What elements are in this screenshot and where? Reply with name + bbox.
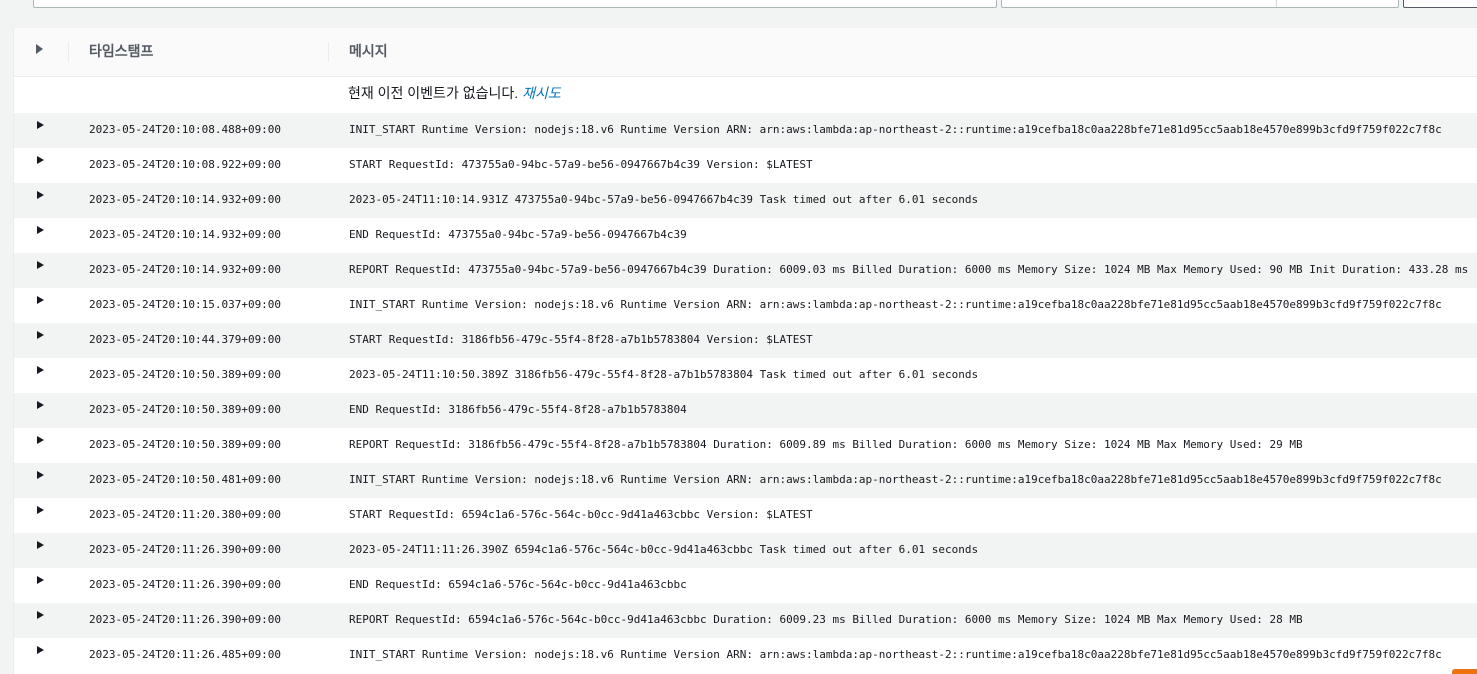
no-older-events-label: 현재 이전 이벤트가 없습니다.	[348, 85, 519, 101]
expand-all-icon[interactable]	[36, 44, 43, 54]
table-row[interactable]: 2023-05-24T20:11:26.485+09:00 INIT_START …	[14, 638, 1477, 673]
event-timestamp: 2023-05-24T20:10:08.922+09:00	[89, 158, 282, 171]
column-header-message[interactable]: 메시지	[349, 42, 388, 60]
table-row[interactable]: 2023-05-24T20:11:26.390+09:00 END Request…	[14, 568, 1477, 603]
expand-row-icon[interactable]	[37, 471, 44, 479]
expand-row-icon[interactable]	[37, 296, 44, 304]
expand-row-icon[interactable]	[37, 366, 44, 374]
filter-events-input[interactable]	[33, 0, 997, 8]
event-timestamp: 2023-05-24T20:10:08.488+09:00	[89, 123, 282, 136]
expand-row-icon[interactable]	[37, 226, 44, 234]
table-row[interactable]: 2023-05-24T20:10:44.379+09:00 START Reque…	[14, 323, 1477, 358]
no-older-events-text: 현재 이전 이벤트가 없습니다. 재시도	[348, 84, 561, 102]
table-row[interactable]: 2023-05-24T20:10:14.932+09:00 REPORT Requ…	[14, 253, 1477, 288]
table-header: 타임스탬프 메시지	[14, 28, 1477, 77]
expand-row-icon[interactable]	[37, 646, 44, 654]
column-divider	[68, 42, 69, 62]
table-row[interactable]: 2023-05-24T20:10:14.932+09:00 2023-05-24T…	[14, 183, 1477, 218]
table-row[interactable]: 2023-05-24T20:10:50.481+09:00 INIT_START …	[14, 463, 1477, 498]
event-message: END RequestId: 6594c1a6-576c-564c-b0cc-9…	[349, 578, 687, 591]
event-message: START RequestId: 473755a0-94bc-57a9-be56…	[349, 158, 813, 171]
event-timestamp: 2023-05-24T20:10:14.932+09:00	[89, 228, 282, 241]
event-timestamp: 2023-05-24T20:10:14.932+09:00	[89, 263, 282, 276]
selector-divider	[1276, 0, 1277, 7]
event-message: INIT_START Runtime Version: nodejs:18.v6…	[349, 298, 1442, 311]
event-timestamp: 2023-05-24T20:11:26.390+09:00	[89, 613, 282, 626]
expand-row-icon[interactable]	[37, 156, 44, 164]
expand-row-icon[interactable]	[37, 506, 44, 514]
log-events-table: 타임스탬프 메시지 현재 이전 이벤트가 없습니다. 재시도 2023-05-24…	[13, 28, 1477, 674]
event-message: END RequestId: 3186fb56-479c-55f4-8f28-a…	[349, 403, 687, 416]
event-timestamp: 2023-05-24T20:10:44.379+09:00	[89, 333, 282, 346]
column-divider	[328, 42, 329, 62]
column-header-timestamp[interactable]: 타임스탬프	[89, 42, 153, 60]
event-timestamp: 2023-05-24T20:11:26.390+09:00	[89, 543, 282, 556]
expand-row-icon[interactable]	[37, 541, 44, 549]
table-row[interactable]: 2023-05-24T20:10:50.389+09:00 END Request…	[14, 393, 1477, 428]
expand-row-icon[interactable]	[37, 611, 44, 619]
table-row[interactable]: 2023-05-24T20:10:14.932+09:00 END Request…	[14, 218, 1477, 253]
expand-row-icon[interactable]	[37, 191, 44, 199]
expand-row-icon[interactable]	[37, 436, 44, 444]
event-message: REPORT RequestId: 3186fb56-479c-55f4-8f2…	[349, 438, 1303, 451]
retry-link[interactable]: 재시도	[522, 85, 561, 101]
event-message: START RequestId: 3186fb56-479c-55f4-8f28…	[349, 333, 813, 346]
event-message: 2023-05-24T11:10:50.389Z 3186fb56-479c-5…	[349, 368, 979, 381]
event-message: END RequestId: 473755a0-94bc-57a9-be56-0…	[349, 228, 687, 241]
table-row[interactable]: 2023-05-24T20:11:20.380+09:00 START Reque…	[14, 498, 1477, 533]
event-message: INIT_START Runtime Version: nodejs:18.v6…	[349, 123, 1442, 136]
event-timestamp: 2023-05-24T20:10:14.932+09:00	[89, 193, 282, 206]
event-timestamp: 2023-05-24T20:10:50.389+09:00	[89, 403, 282, 416]
expand-row-icon[interactable]	[37, 121, 44, 129]
table-row[interactable]: 2023-05-24T20:10:08.488+09:00 INIT_START …	[14, 113, 1477, 148]
table-row[interactable]: 2023-05-24T20:10:08.922+09:00 START Reque…	[14, 148, 1477, 183]
event-message: 2023-05-24T11:10:14.931Z 473755a0-94bc-5…	[349, 193, 979, 206]
event-timestamp: 2023-05-24T20:11:26.390+09:00	[89, 578, 282, 591]
table-row[interactable]: 2023-05-24T20:11:26.390+09:00 REPORT Requ…	[14, 603, 1477, 638]
expand-row-icon[interactable]	[37, 576, 44, 584]
expand-row-icon[interactable]	[37, 401, 44, 409]
event-timestamp: 2023-05-24T20:11:20.380+09:00	[89, 508, 282, 521]
event-timestamp: 2023-05-24T20:10:50.389+09:00	[89, 368, 282, 381]
event-timestamp: 2023-05-24T20:10:15.037+09:00	[89, 298, 282, 311]
event-message: START RequestId: 6594c1a6-576c-564c-b0cc…	[349, 508, 813, 521]
filter-toolbar	[0, 0, 1477, 28]
time-range-selector[interactable]	[1001, 0, 1399, 8]
feedback-tab[interactable]	[1452, 669, 1477, 674]
event-message: INIT_START Runtime Version: nodejs:18.v6…	[349, 648, 1442, 661]
event-timestamp: 2023-05-24T20:11:26.485+09:00	[89, 648, 282, 661]
table-row[interactable]: 2023-05-24T20:10:50.389+09:00 2023-05-24T…	[14, 358, 1477, 393]
toolbar-button[interactable]	[1403, 0, 1477, 8]
table-row[interactable]: 2023-05-24T20:10:15.037+09:00 INIT_START …	[14, 288, 1477, 323]
event-rows: 2023-05-24T20:10:08.488+09:00 INIT_START …	[14, 113, 1477, 673]
event-timestamp: 2023-05-24T20:10:50.481+09:00	[89, 473, 282, 486]
expand-row-icon[interactable]	[37, 331, 44, 339]
expand-row-icon[interactable]	[37, 261, 44, 269]
event-message: REPORT RequestId: 6594c1a6-576c-564c-b0c…	[349, 613, 1303, 626]
table-row[interactable]: 2023-05-24T20:11:26.390+09:00 2023-05-24T…	[14, 533, 1477, 568]
event-message: INIT_START Runtime Version: nodejs:18.v6…	[349, 473, 1442, 486]
event-message: 2023-05-24T11:11:26.390Z 6594c1a6-576c-5…	[349, 543, 979, 556]
event-timestamp: 2023-05-24T20:10:50.389+09:00	[89, 438, 282, 451]
table-row[interactable]: 2023-05-24T20:10:50.389+09:00 REPORT Requ…	[14, 428, 1477, 463]
event-message: REPORT RequestId: 473755a0-94bc-57a9-be5…	[349, 263, 1469, 276]
no-older-events-notice: 현재 이전 이벤트가 없습니다. 재시도	[14, 76, 1477, 113]
